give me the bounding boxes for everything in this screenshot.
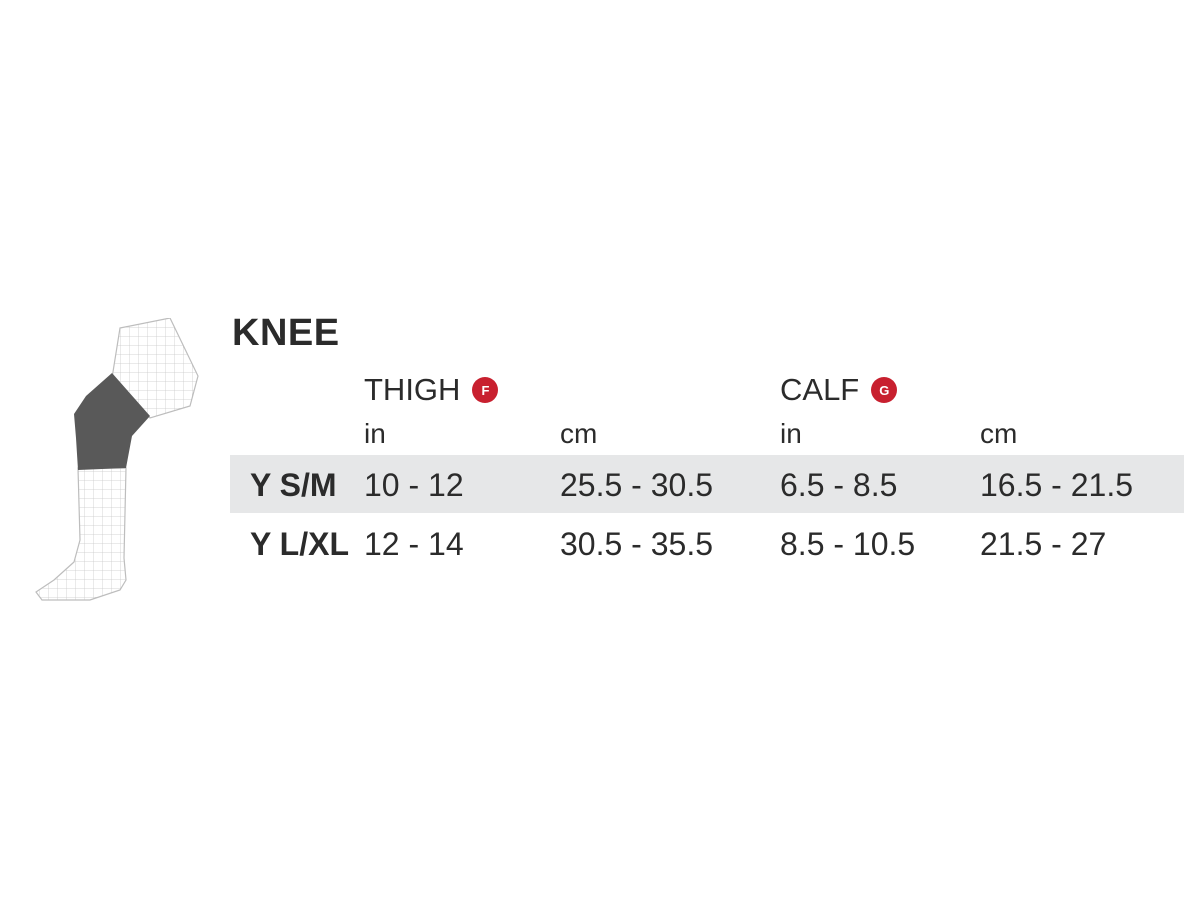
calf-badge-icon: G [871, 377, 898, 403]
size-label: Y S/M [250, 467, 337, 503]
thigh-in-value: 10 - 12 [364, 467, 464, 503]
page-title: KNEE [232, 312, 340, 354]
unit-thigh-in: in [364, 418, 386, 449]
size-label: Y L/XL [250, 526, 349, 562]
calf-cm-value: 21.5 - 27 [980, 526, 1107, 562]
thigh-badge-icon: F [472, 377, 499, 403]
thigh-header: THIGH F [364, 372, 499, 408]
thigh-cm-value: 30.5 - 35.5 [560, 526, 713, 562]
unit-calf-cm: cm [980, 418, 1018, 449]
thigh-label: THIGH [364, 372, 461, 407]
thigh-cm-value: 25.5 - 30.5 [560, 467, 713, 503]
unit-calf-in: in [780, 418, 802, 449]
calf-label: CALF [780, 372, 860, 407]
leg-with-knee-sleeve-icon [35, 318, 199, 601]
calf-header: CALF G [780, 372, 898, 408]
thigh-in-value: 12 - 14 [364, 526, 464, 562]
calf-in-value: 6.5 - 8.5 [780, 467, 898, 503]
unit-thigh-cm: cm [560, 418, 598, 449]
calf-in-value: 8.5 - 10.5 [780, 526, 916, 562]
calf-cm-value: 16.5 - 21.5 [980, 467, 1133, 503]
